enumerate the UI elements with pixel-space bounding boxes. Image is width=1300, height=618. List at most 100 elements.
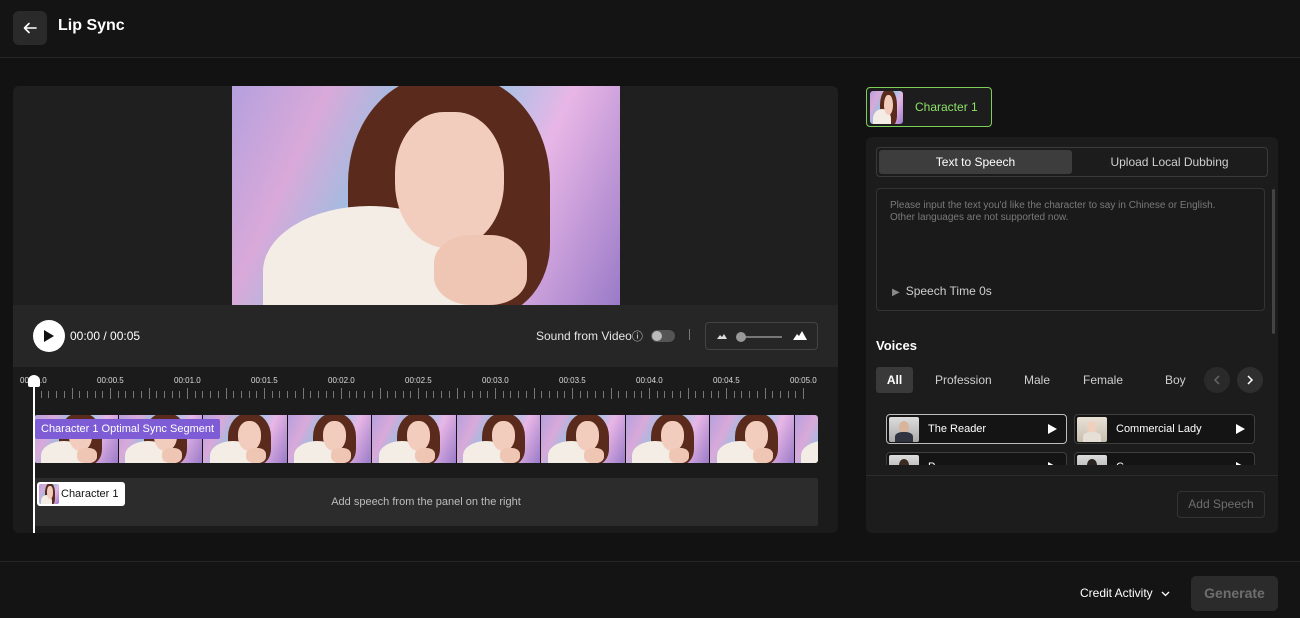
timeline-tick-label: 00:00.5 (97, 376, 124, 385)
timeline-tick (772, 391, 774, 398)
voice-filter-male[interactable]: Male (1024, 367, 1050, 393)
timeline-tick (364, 391, 366, 398)
sound-from-video-text: Sound from Video (536, 329, 632, 343)
mode-tabs: Text to Speech Upload Local Dubbing (876, 147, 1268, 177)
sound-from-video-toggle[interactable] (651, 330, 675, 342)
voice-filter-profession[interactable]: Profession (935, 367, 992, 393)
timeline-tick (194, 391, 196, 398)
zoom-slider-knob[interactable] (736, 332, 746, 342)
timeline-tick (140, 391, 142, 398)
timeline-tick (456, 388, 458, 399)
tab-upload-local-dubbing[interactable]: Upload Local Dubbing (1073, 150, 1266, 174)
playhead[interactable] (33, 378, 35, 533)
optimal-sync-segment-label[interactable]: Character 1 Optimal Sync Segment (35, 419, 221, 439)
info-icon[interactable]: ⓘ (632, 331, 643, 343)
speech-time[interactable]: ▶ Speech Time 0s (892, 284, 992, 298)
timeline-tick (271, 391, 273, 398)
voice-name: The Reader (928, 423, 987, 435)
voice-card[interactable]: The Reader (886, 414, 1067, 444)
video-thumbnail (456, 415, 541, 463)
timeline-tick (548, 391, 550, 398)
voice-card[interactable]: Commercial Lady (1074, 414, 1255, 444)
timeline-tick (471, 391, 473, 398)
back-button[interactable] (13, 11, 47, 45)
zoom-in-icon[interactable] (793, 330, 807, 341)
voice-filters: All Profession Male Female Boy (876, 367, 1268, 393)
timeline-tick (248, 391, 250, 398)
add-speech-button[interactable]: Add Speech (1177, 491, 1265, 518)
timeline-tick (163, 391, 165, 398)
voice-filter-all[interactable]: All (876, 367, 913, 393)
timeline-tick (394, 391, 396, 398)
timeline-tick (502, 391, 504, 398)
timeline-tick (294, 391, 296, 398)
video-preview (13, 86, 838, 305)
timeline-tick-label: 00:05.0 (790, 376, 817, 385)
timeline-tick (102, 391, 104, 398)
timeline-tick (86, 391, 88, 398)
character-tab[interactable]: Character 1 (866, 87, 992, 127)
play-icon[interactable] (1048, 462, 1057, 465)
timeline-tick (487, 391, 489, 398)
timeline-tick (664, 391, 666, 398)
voice-filter-female[interactable]: Female (1083, 367, 1123, 393)
timeline-tick (418, 388, 419, 399)
timeline-tick (402, 391, 404, 398)
chevron-down-icon (1161, 591, 1170, 597)
speech-time-label: Speech Time 0s (905, 284, 992, 298)
video-thumbnail (287, 415, 372, 463)
timeline-tick (579, 391, 581, 398)
voice-filter-prev-button[interactable] (1204, 367, 1230, 393)
play-icon (44, 330, 54, 342)
speech-track[interactable]: Character 1 Add speech from the panel on… (34, 478, 818, 526)
play-icon[interactable] (1048, 424, 1057, 434)
timeline-ruler[interactable]: 00:00.000:00.500:01.000:01.500:02.000:02… (13, 367, 838, 407)
generate-button[interactable]: Generate (1191, 576, 1278, 611)
timeline-tick (726, 388, 727, 399)
timeline-tick (148, 388, 150, 399)
scrollbar[interactable] (1272, 189, 1275, 334)
voice-card[interactable]: P (886, 452, 1067, 465)
timeline-tick (117, 391, 119, 398)
timeline-tick (687, 388, 689, 399)
editor-panel: 00:00 / 00:05 Sound from Videoⓘ 00:00.00… (13, 86, 838, 533)
zoom-control (705, 322, 818, 350)
timeline-tick (656, 391, 658, 398)
timeline-tick (333, 391, 335, 398)
timeline-tick (710, 391, 712, 398)
timeline-tick (187, 388, 188, 399)
credit-activity-dropdown[interactable]: Credit Activity (1080, 586, 1170, 600)
timeline-tick (525, 391, 527, 398)
zoom-slider-track[interactable] (740, 336, 782, 338)
zoom-out-icon[interactable] (717, 332, 727, 340)
timeline-tick (179, 391, 181, 398)
timeline-tick (633, 391, 635, 398)
timeline-tick (556, 391, 558, 398)
voice-filter-boy[interactable]: Boy (1165, 367, 1186, 393)
tab-text-to-speech[interactable]: Text to Speech (879, 150, 1072, 174)
timeline-tick (387, 391, 389, 398)
page-title: Lip Sync (58, 17, 125, 34)
timeline-tick (302, 388, 304, 399)
voice-avatar (889, 417, 919, 442)
voice-filter-next-button[interactable] (1237, 367, 1263, 393)
speech-text-input[interactable]: Please input the text you'd like the cha… (876, 188, 1265, 311)
timeline-tick (379, 388, 381, 399)
timeline-tick (110, 388, 111, 399)
play-button[interactable] (33, 320, 65, 352)
time-readout: 00:00 / 00:05 (70, 329, 141, 343)
play-icon[interactable] (1236, 424, 1245, 434)
timeline-tick-label: 00:03.5 (559, 376, 586, 385)
timeline-tick (641, 391, 643, 398)
timeline-tick (433, 391, 435, 398)
timeline-tick (256, 391, 258, 398)
voice-name: C (1116, 461, 1124, 465)
divider (866, 475, 1278, 476)
play-icon[interactable] (1236, 462, 1245, 465)
timeline-tick (625, 391, 627, 398)
preview-image (232, 86, 620, 305)
timeline-tick (171, 391, 173, 398)
playhead-handle[interactable] (28, 375, 40, 387)
footer: Credit Activity Generate (0, 561, 1300, 618)
voice-card[interactable]: C (1074, 452, 1255, 465)
